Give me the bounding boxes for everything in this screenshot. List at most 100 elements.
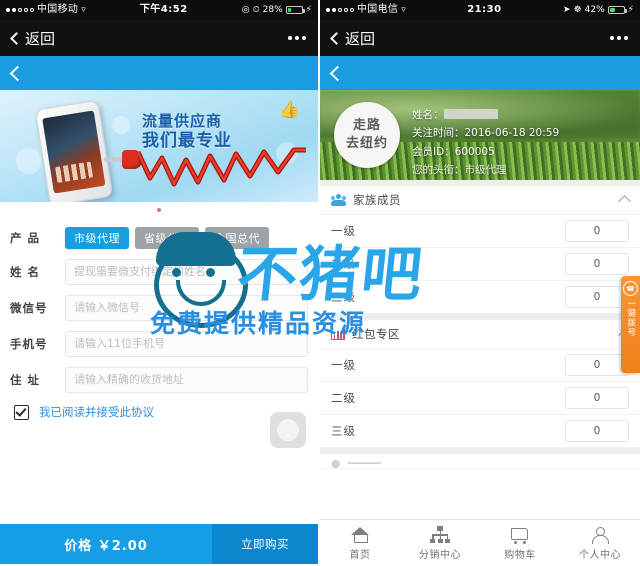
partial-section-header[interactable]: ● ━━━━━ bbox=[320, 454, 640, 469]
app-back-icon[interactable] bbox=[9, 65, 26, 81]
member-id-label: 会员ID： bbox=[412, 145, 455, 158]
network-tree-icon bbox=[430, 525, 450, 544]
table-row: 二级 0 bbox=[320, 248, 640, 281]
app-bar bbox=[0, 56, 318, 90]
bottom-tab-bar: 首页 分销中心 购物车 个人中心 bbox=[320, 519, 640, 566]
level-value[interactable]: 0 bbox=[565, 220, 629, 242]
signal-strength-icon bbox=[326, 8, 354, 12]
table-row: 一级 0 bbox=[320, 349, 640, 382]
agreement-checkbox[interactable] bbox=[14, 404, 29, 420]
level-label: 二级 bbox=[331, 391, 356, 405]
banner-line1: 流量供应商 bbox=[142, 112, 223, 130]
address-field[interactable]: 请输入精确的收货地址 bbox=[65, 367, 308, 393]
chevron-left-icon bbox=[10, 31, 23, 45]
agreement-label[interactable]: 我已阅读并接受此协议 bbox=[39, 404, 154, 420]
profile-follow-time-row: 关注时间：2016-06-18 20:59 bbox=[412, 124, 632, 142]
section-title: 家族成员 bbox=[353, 193, 401, 207]
more-dots-icon[interactable] bbox=[610, 36, 628, 40]
level-label: 一级 bbox=[331, 224, 356, 238]
group-people-icon bbox=[331, 194, 346, 206]
section-title: 红包专区 bbox=[352, 327, 400, 341]
product-option-city[interactable]: 市级代理 bbox=[65, 227, 129, 249]
buy-bar: 价格 ￥2.00 立即购买 bbox=[0, 524, 318, 564]
tab-cart[interactable]: 购物车 bbox=[480, 526, 560, 561]
status-bar-right: ◎ ⏲ 28% ⚡ bbox=[242, 0, 312, 20]
one-click-call-button[interactable]: ☎ 一键拨号 bbox=[621, 276, 640, 373]
signal-strength-icon bbox=[6, 8, 34, 12]
product-row: 产 品 市级代理 省级代理 全国总代 bbox=[0, 222, 318, 254]
dual-phone-screenshot: 中国移动 ▿ 下午4:52 ◎ ⏲ 28% ⚡ 返回 流量供应商 我们最专业 👍… bbox=[0, 0, 640, 566]
profile-title-row: 您的头衔：市级代理 bbox=[412, 161, 632, 179]
wechat-nav-bar: 返回 bbox=[320, 20, 640, 56]
status-bar: 中国移动 ▿ 下午4:52 ◎ ⏲ 28% ⚡ bbox=[0, 0, 318, 20]
wechat-nav-bar: 返回 bbox=[0, 20, 318, 56]
phone-row: 手机号 请输入11位手机号 bbox=[0, 326, 318, 362]
section-header-family-members[interactable]: 家族成员 bbox=[320, 186, 640, 215]
back-button[interactable]: 返回 bbox=[330, 28, 376, 49]
status-bar-left: 中国电信 ▿ bbox=[326, 0, 406, 20]
status-bar: 中国电信 ▿ 21:30 ➤ ☸ 42% ⚡ bbox=[320, 0, 640, 20]
bubble-decor bbox=[112, 116, 130, 134]
wechat-id-row: 微信号 请输入微信号 bbox=[0, 290, 318, 326]
product-option-province[interactable]: 省级代理 bbox=[135, 227, 199, 249]
banner-carousel-dots[interactable] bbox=[0, 202, 318, 218]
right-phone-screen: 中国电信 ▿ 21:30 ➤ ☸ 42% ⚡ 返回 走路 去纽约 姓名： 关注时… bbox=[318, 0, 640, 566]
level-label: 一级 bbox=[331, 358, 356, 372]
alarm-icon: ⏲ bbox=[252, 5, 260, 15]
level-value[interactable]: 0 bbox=[565, 253, 629, 275]
tab-profile[interactable]: 个人中心 bbox=[560, 526, 640, 561]
carrier-name: 中国移动 bbox=[37, 4, 79, 15]
back-label: 返回 bbox=[345, 29, 376, 48]
profile-name-label: 姓名： bbox=[412, 109, 444, 121]
tab-home[interactable]: 首页 bbox=[320, 526, 400, 561]
price-label: 价格 ￥2.00 bbox=[0, 524, 212, 564]
tab-label: 购物车 bbox=[504, 549, 536, 561]
more-dots-icon[interactable] bbox=[288, 36, 306, 40]
buy-now-button[interactable]: 立即购买 bbox=[212, 524, 318, 564]
wechat-id-field[interactable]: 请输入微信号 bbox=[65, 295, 308, 321]
level-value[interactable]: 0 bbox=[565, 354, 629, 376]
battery-percent: 42% bbox=[584, 5, 605, 15]
name-row: 姓 名 提现需要微支付绑定的姓名 bbox=[0, 254, 318, 290]
wechat-id-label: 微信号 bbox=[10, 301, 48, 315]
table-row: 三级 0 bbox=[320, 415, 640, 448]
call-button-label: 一键拨号 bbox=[625, 299, 636, 337]
section-header-red-packet-zone[interactable]: 红包专区 bbox=[320, 320, 640, 349]
level-value[interactable]: 0 bbox=[565, 420, 629, 442]
app-back-icon[interactable] bbox=[329, 65, 346, 81]
redacted-name-value bbox=[443, 109, 498, 119]
phone-label: 手机号 bbox=[10, 337, 48, 351]
phone-field[interactable]: 请输入11位手机号 bbox=[65, 331, 308, 357]
name-field[interactable]: 提现需要微支付绑定的姓名 bbox=[65, 259, 308, 285]
follow-time-label: 关注时间： bbox=[412, 127, 465, 140]
promo-banner[interactable]: 流量供应商 我们最专业 👍 bbox=[0, 90, 318, 202]
level-value[interactable]: 0 bbox=[565, 387, 629, 409]
bubble-decor bbox=[16, 148, 42, 174]
avatar-line1: 走路 bbox=[352, 118, 381, 134]
banner-text: 流量供应商 我们最专业 bbox=[142, 112, 232, 152]
tab-distribution[interactable]: 分销中心 bbox=[400, 525, 480, 561]
back-button[interactable]: 返回 bbox=[10, 28, 55, 49]
member-id-value: 600005 bbox=[454, 145, 495, 158]
table-row: 一级 0 bbox=[320, 215, 640, 248]
status-bar-time: 下午4:52 bbox=[139, 4, 188, 15]
level-value[interactable]: 0 bbox=[565, 286, 629, 308]
bluetooth-icon: ☸ bbox=[573, 5, 582, 15]
carrier-name: 中国电信 bbox=[357, 4, 399, 15]
profile-name-row: 姓名： bbox=[412, 106, 632, 124]
chevron-left-icon bbox=[330, 31, 343, 45]
title-value: 市级代理 bbox=[464, 164, 507, 177]
profile-member-id-row: 会员ID：600005 bbox=[412, 143, 632, 161]
product-options: 市级代理 省级代理 全国总代 bbox=[65, 227, 308, 249]
battery-icon bbox=[607, 6, 627, 14]
chevron-up-icon[interactable] bbox=[618, 195, 631, 208]
status-bar-left: 中国移动 ▿ bbox=[6, 0, 86, 20]
purchase-form: 产 品 市级代理 省级代理 全国总代 姓 名 提现需要微支付绑定的姓名 微信号 … bbox=[0, 218, 318, 424]
title-label: 您的头衔： bbox=[412, 164, 465, 177]
phone-ring-icon: ☎ bbox=[623, 281, 638, 296]
level-label: 二级 bbox=[331, 257, 356, 271]
screenshot-shutter-overlay bbox=[270, 412, 306, 448]
status-bar-right: ➤ ☸ 42% ⚡ bbox=[563, 0, 634, 20]
avatar[interactable]: 走路 去纽约 bbox=[334, 102, 400, 168]
product-option-national[interactable]: 全国总代 bbox=[205, 227, 269, 249]
